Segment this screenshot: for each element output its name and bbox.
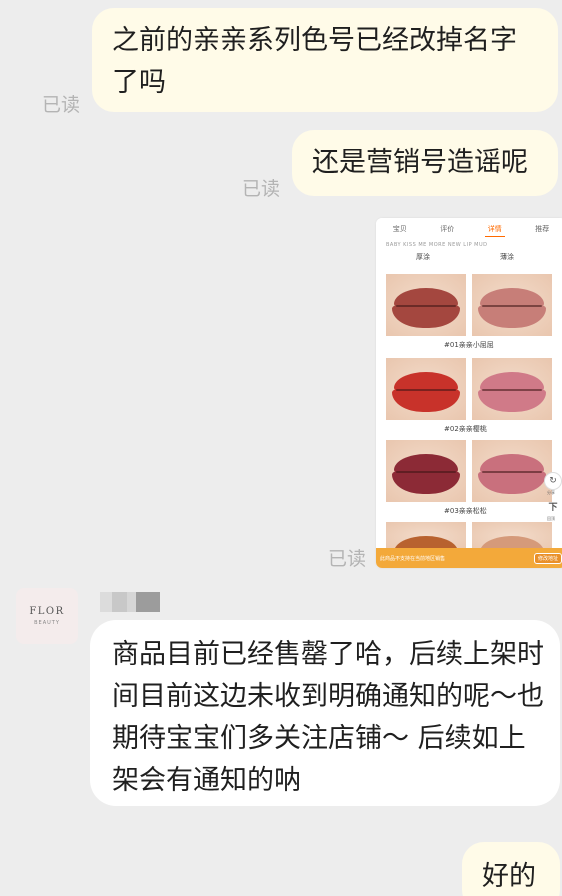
- tab-item: 宝贝: [392, 225, 407, 233]
- message-text: 之前的亲亲系列色号已经改掉名字了吗: [112, 25, 517, 98]
- avatar[interactable]: FLOR BEAUTY: [16, 588, 78, 644]
- region-notice-text: 此商品不支持在当前地区销售: [380, 555, 446, 562]
- shade-caption: #02亲亲樱桃: [444, 425, 487, 433]
- lip-swatch-thick: [386, 274, 466, 336]
- change-address-button[interactable]: 修改地址: [533, 552, 562, 564]
- message-text: 商品目前已经售罄了哈，后续上架时间目前这边未收到明确通知的呢～也期待宝宝们多关注…: [112, 639, 544, 796]
- column-label-thick: 厚涂: [416, 253, 430, 261]
- lip-swatch-thick: [386, 358, 466, 420]
- image-message[interactable]: 宝贝 评价 详情 推荐 BABY KISS ME MORE NEW LIP MU…: [376, 218, 562, 568]
- message-text: 好的: [482, 861, 536, 892]
- shade-caption: #03亲亲松松: [444, 507, 487, 515]
- message-bubble-1[interactable]: 之前的亲亲系列色号已经改掉名字了吗: [92, 8, 558, 112]
- sender-name-redacted: [100, 592, 160, 612]
- product-subtitle: BABY KISS ME MORE NEW LIP MUD: [386, 242, 488, 248]
- share-icon[interactable]: ↻: [544, 472, 562, 490]
- message-bubble-4[interactable]: 商品目前已经售罄了哈，后续上架时间目前这边未收到明确通知的呢～也期待宝宝们多关注…: [90, 620, 560, 806]
- share-label: 分享: [547, 490, 555, 495]
- message-bubble-5[interactable]: 好的: [462, 842, 560, 896]
- tab-item-active: 详情: [484, 222, 505, 237]
- read-status: 已读: [42, 94, 81, 116]
- column-label-thin: 薄涂: [500, 253, 514, 261]
- back-to-top-label: 回顶: [547, 516, 555, 521]
- lip-swatch-thin: [472, 358, 552, 420]
- message-bubble-2[interactable]: 还是营销号造谣呢: [292, 130, 558, 196]
- lip-swatch-thin: [472, 274, 552, 336]
- tab-item: 评价: [440, 225, 455, 233]
- read-status: 已读: [328, 548, 367, 570]
- tab-item: 推荐: [535, 225, 550, 233]
- shade-caption: #01亲亲小屈屈: [444, 341, 494, 349]
- lip-swatch-thick: [386, 440, 466, 502]
- message-text: 还是营销号造谣呢: [312, 147, 528, 178]
- region-notice-bar: 此商品不支持在当前地区销售 修改地址: [376, 548, 562, 568]
- avatar-sub-text: BEAUTY: [34, 620, 60, 626]
- product-tabs: 宝贝 评价 详情 推荐: [376, 218, 562, 240]
- lip-swatch-thin: [472, 440, 552, 502]
- read-status: 已读: [242, 178, 281, 200]
- avatar-brand-text: FLOR: [29, 606, 65, 617]
